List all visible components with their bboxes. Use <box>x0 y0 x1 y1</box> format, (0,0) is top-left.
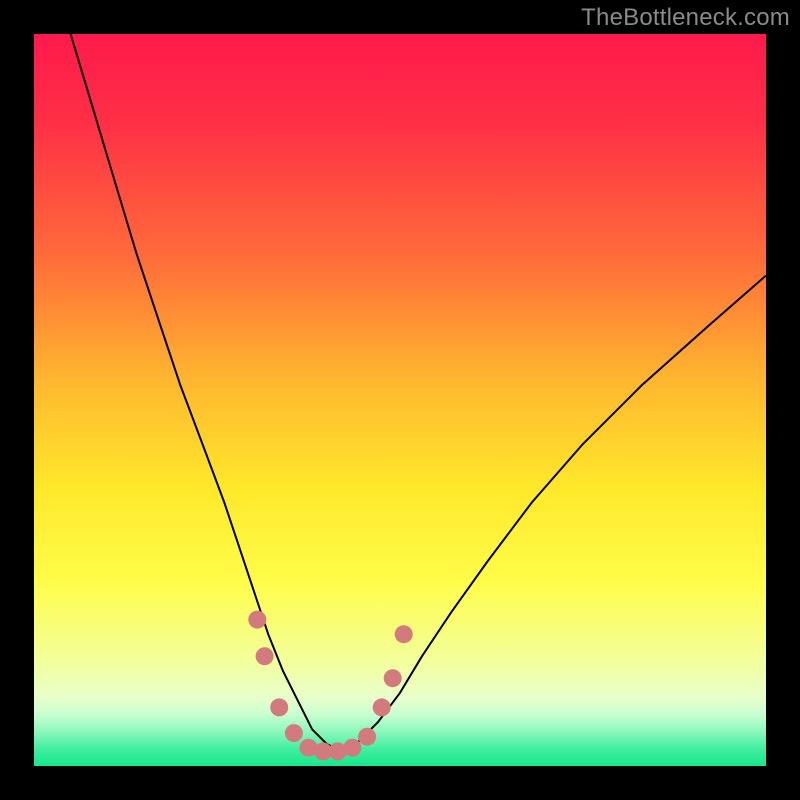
highlight-dot <box>358 728 376 746</box>
highlight-dot <box>285 724 303 742</box>
highlight-dot <box>256 647 274 665</box>
highlight-dot <box>343 739 361 757</box>
bottleneck-chart <box>34 34 766 766</box>
chart-frame: TheBottleneck.com <box>0 0 800 800</box>
highlight-dot <box>248 611 266 629</box>
highlight-dot <box>384 669 402 687</box>
highlight-dot <box>373 698 391 716</box>
plot-area <box>34 34 766 766</box>
gradient-background <box>34 34 766 766</box>
highlight-dot <box>395 625 413 643</box>
watermark-text: TheBottleneck.com <box>581 4 790 32</box>
highlight-dot <box>270 698 288 716</box>
